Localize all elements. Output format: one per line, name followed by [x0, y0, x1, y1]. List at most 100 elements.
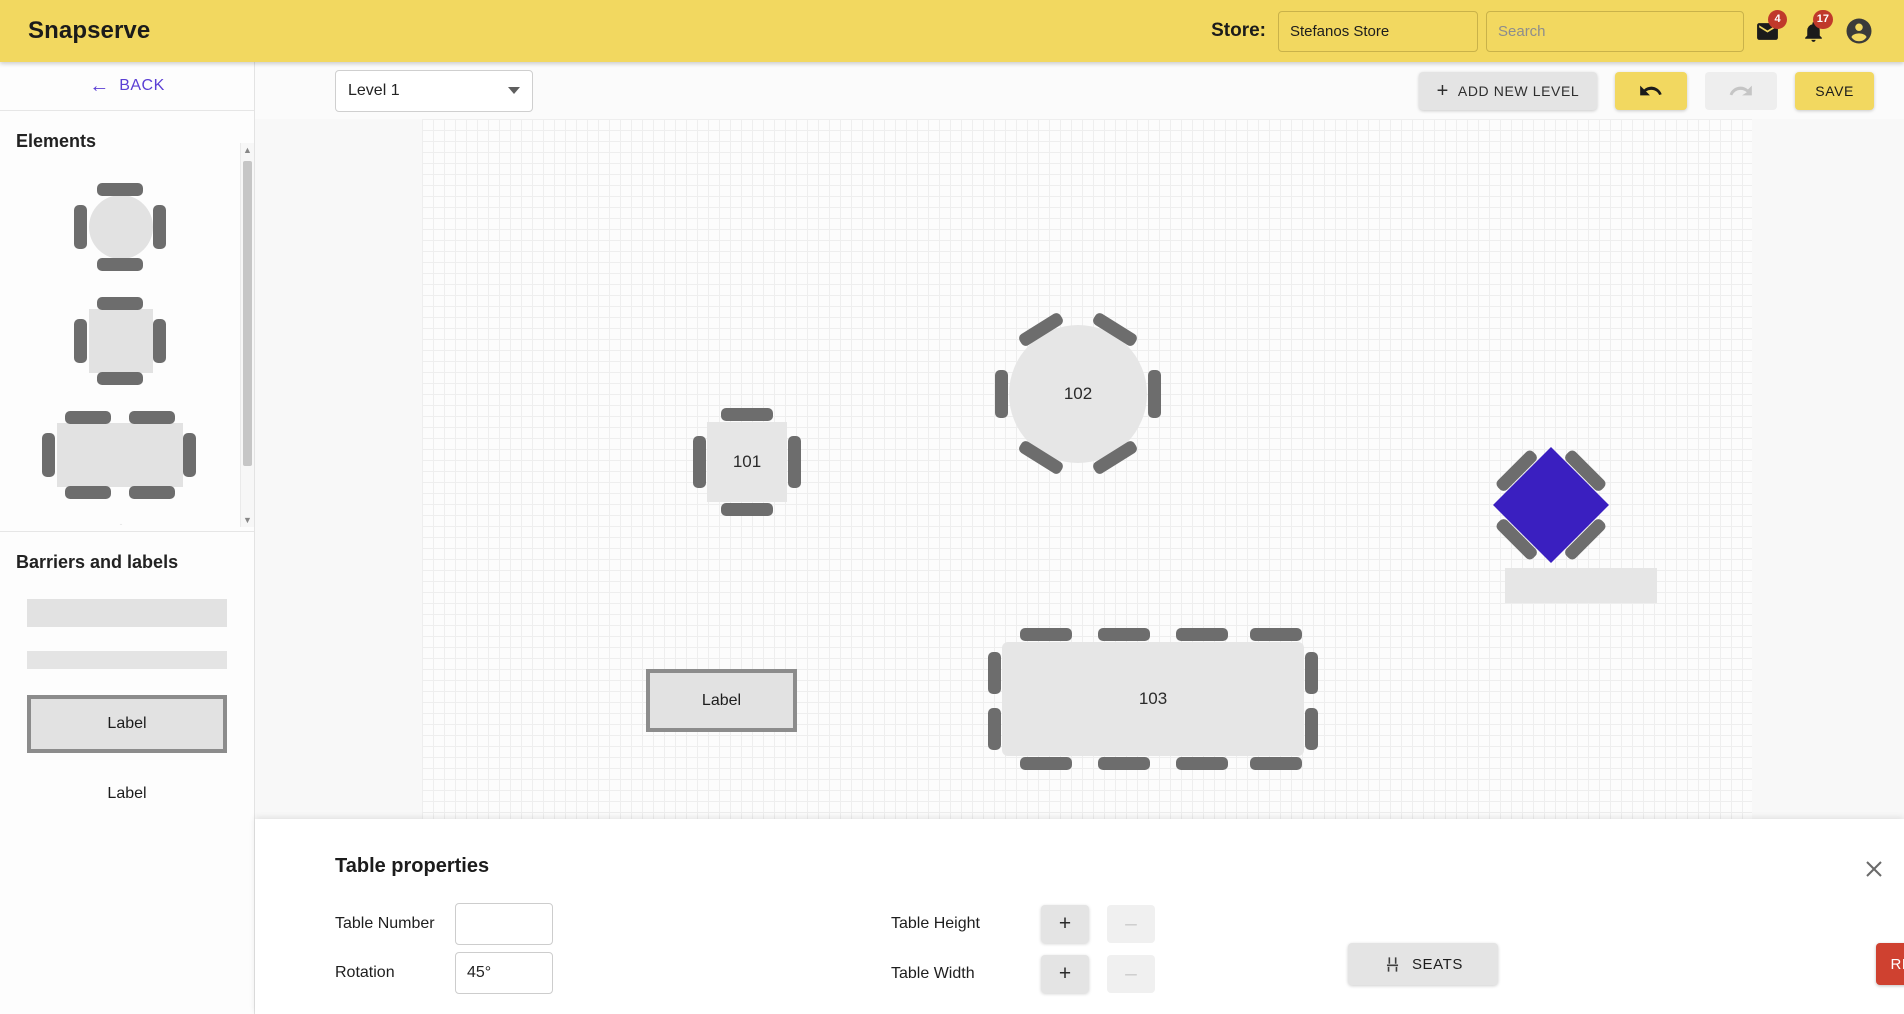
element-label-box[interactable]: Label	[0, 669, 254, 753]
table-width-label: Table Width	[891, 965, 975, 982]
remove-element-button[interactable]: REMOVE ELEMENT	[1876, 943, 1904, 985]
table-selected-number	[1493, 447, 1609, 563]
table-height-decrease-button: –	[1107, 905, 1155, 943]
seat	[74, 319, 87, 363]
rotation-input[interactable]	[455, 952, 553, 994]
seat	[129, 486, 175, 499]
rotation-row: Rotation	[335, 952, 553, 994]
level-select-value: Level 1	[348, 81, 400, 99]
store-label: Store:	[1211, 20, 1266, 41]
table-101-number: 101	[707, 422, 787, 502]
header-right-group: Store: 4 17	[1211, 8, 1904, 54]
seat	[65, 411, 111, 424]
table-width-decrease-button: –	[1107, 955, 1155, 993]
seat	[65, 486, 111, 499]
table-101[interactable]: 101	[693, 408, 801, 516]
seat	[97, 372, 143, 385]
table-properties-panel: Table properties Table Number Rotation T…	[255, 819, 1904, 1014]
table-selected-diamond[interactable]	[1493, 447, 1609, 563]
bell-icon[interactable]: 17	[1790, 8, 1836, 54]
element-round-table-4-seats[interactable]	[0, 181, 240, 273]
element-square-table-4-seats[interactable]	[0, 295, 240, 387]
scroll-down-icon[interactable]: ▼	[241, 513, 254, 527]
seat	[183, 433, 196, 477]
table-number-input[interactable]	[455, 903, 553, 945]
elements-panel: Elements ▲ ▼	[0, 111, 254, 531]
element-barrier-thin[interactable]	[0, 627, 254, 669]
mail-icon[interactable]: 4	[1744, 8, 1790, 54]
seat	[97, 258, 143, 271]
label-element[interactable]: Label	[646, 669, 797, 732]
search-input[interactable]	[1486, 10, 1744, 52]
scrollbar-thumb[interactable]	[243, 161, 252, 466]
barrier-element[interactable]	[1505, 568, 1657, 603]
save-button[interactable]: SAVE	[1795, 71, 1874, 110]
table-number-row: Table Number	[335, 903, 553, 945]
element-barrier-wide[interactable]	[0, 573, 254, 627]
seat	[42, 433, 55, 477]
seat	[129, 411, 175, 424]
elements-scroll-area[interactable]	[0, 159, 240, 525]
table-height-row: Table Height + –	[891, 905, 1155, 943]
seat	[97, 183, 143, 196]
seat	[995, 370, 1008, 418]
seat	[721, 503, 773, 516]
back-button-label: BACK	[119, 77, 165, 94]
elements-scrollbar[interactable]: ▲ ▼	[240, 143, 254, 527]
level-select[interactable]: Level 1	[335, 69, 533, 112]
add-new-level-button[interactable]: + ADD NEW LEVEL	[1418, 71, 1598, 110]
mail-badge: 4	[1768, 10, 1787, 29]
back-button[interactable]: ← BACK	[0, 62, 254, 110]
app-brand: Snapserve	[28, 17, 151, 44]
seat	[153, 319, 166, 363]
seat	[721, 408, 773, 421]
element-diamond-table-4-seats[interactable]	[0, 523, 240, 525]
scroll-up-icon[interactable]: ▲	[241, 143, 254, 157]
seat	[1020, 757, 1072, 770]
seat	[1176, 628, 1228, 641]
floorplan-canvas[interactable]: 101 102 103 Label	[422, 119, 1752, 819]
table-102[interactable]: 102	[995, 311, 1161, 476]
seats-button[interactable]: SEATS	[1348, 943, 1498, 985]
floorplan-canvas-wrapper[interactable]: 101 102 103 Label	[255, 119, 1904, 819]
seat	[988, 652, 1001, 694]
left-sidebar: ← BACK Elements ▲ ▼ Barriers and labels …	[0, 62, 255, 1014]
table-width-row: Table Width + –	[891, 955, 1155, 993]
table-103[interactable]: 103	[988, 628, 1318, 770]
add-new-level-label: ADD NEW LEVEL	[1457, 82, 1580, 99]
editor-toolbar: Level 1 + ADD NEW LEVEL SAVE	[255, 62, 1904, 119]
barriers-panel: Barriers and labels Label Label	[0, 532, 254, 803]
rotation-label: Rotation	[335, 964, 395, 981]
close-icon[interactable]	[1856, 851, 1892, 887]
seat	[1305, 652, 1318, 694]
table-height-increase-button[interactable]: +	[1041, 905, 1089, 943]
seat	[1020, 628, 1072, 641]
table-height-label: Table Height	[891, 915, 980, 932]
seat	[1098, 757, 1150, 770]
store-input[interactable]	[1278, 10, 1478, 52]
undo-button[interactable]	[1615, 71, 1688, 110]
undo-icon	[1640, 85, 1662, 95]
table-number-label: Table Number	[335, 915, 435, 932]
seat	[1098, 628, 1150, 641]
seat	[74, 205, 87, 249]
seats-button-label: SEATS	[1411, 955, 1464, 973]
seat	[1305, 708, 1318, 750]
element-rectangle-table-6-seats[interactable]	[0, 409, 240, 501]
seat	[1148, 370, 1161, 418]
element-label-text[interactable]: Label	[0, 785, 254, 803]
plus-icon: +	[1436, 79, 1449, 102]
table-width-increase-button[interactable]: +	[1041, 955, 1089, 993]
seat	[153, 205, 166, 249]
account-circle-icon[interactable]	[1836, 8, 1882, 54]
redo-button	[1705, 71, 1778, 110]
table-103-number: 103	[1002, 642, 1304, 756]
seat	[788, 436, 801, 488]
barriers-panel-title: Barriers and labels	[16, 552, 179, 572]
element-label-box-text: Label	[27, 695, 227, 753]
redo-icon	[1729, 85, 1753, 95]
seat	[1176, 757, 1228, 770]
arrow-left-icon: ←	[89, 75, 110, 97]
seat	[988, 708, 1001, 750]
chair-icon	[1386, 956, 1398, 972]
